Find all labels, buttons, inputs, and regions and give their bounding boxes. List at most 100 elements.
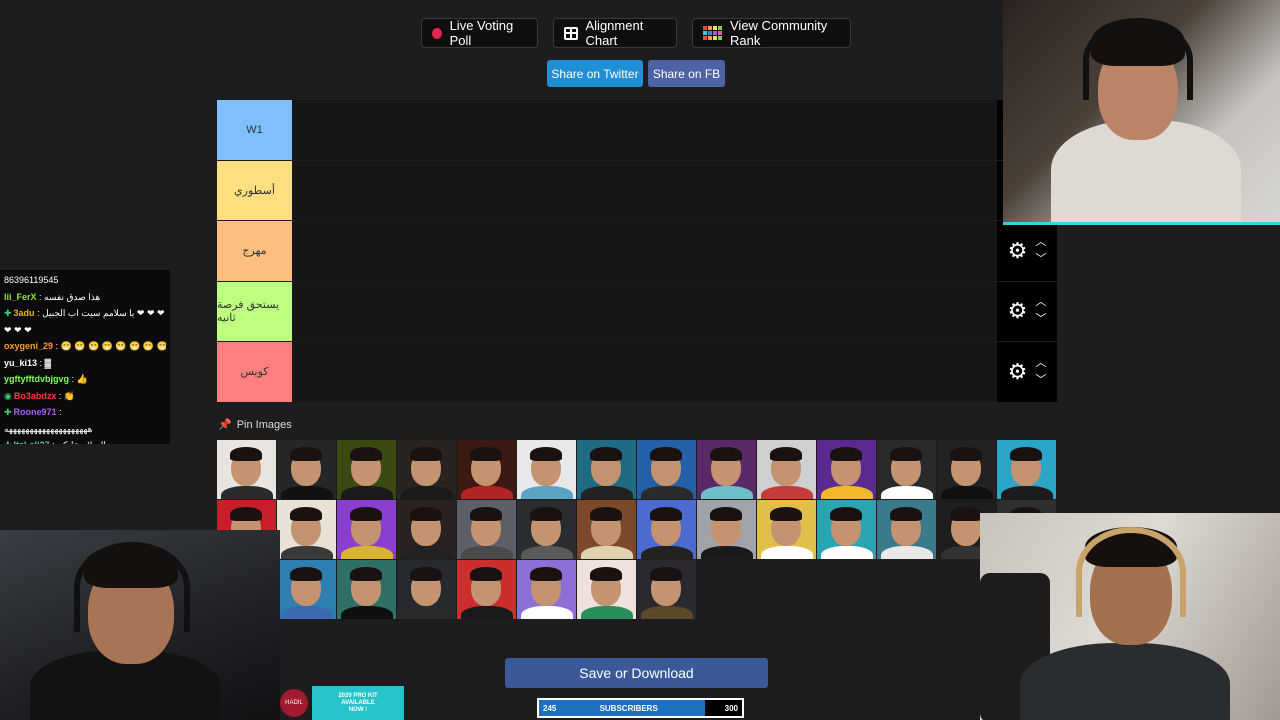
tier-drop-zone[interactable] bbox=[292, 221, 997, 281]
tier-label[interactable]: أسطوري bbox=[217, 160, 292, 220]
subscriber-goal-bar: 245 SUBSCRIBERS 300 bbox=[537, 698, 744, 718]
tier-drop-zone[interactable] bbox=[292, 342, 997, 402]
alignment-chart-label: Alignment Chart bbox=[585, 18, 644, 48]
chat-text: 👏 bbox=[63, 390, 76, 401]
sponsor-logo: HADIL bbox=[280, 689, 308, 717]
tier-item-image[interactable] bbox=[517, 440, 577, 500]
chevron-up-icon[interactable]: ︿ bbox=[1035, 236, 1046, 248]
live-voting-poll-button[interactable]: Live Voting Poll bbox=[421, 18, 538, 48]
chat-text: يا سلامم سيت اب الجبيل ❤ ❤ ❤ bbox=[42, 308, 165, 318]
tier-drop-zone[interactable] bbox=[292, 160, 997, 220]
tier-item-image[interactable] bbox=[817, 500, 877, 560]
tier-item-image[interactable] bbox=[277, 440, 337, 500]
tier-item-image[interactable] bbox=[337, 560, 397, 620]
pin-images-label: Pin Images bbox=[236, 418, 292, 431]
chat-username[interactable]: Roone971 bbox=[14, 407, 57, 417]
chat-text: هذا صدق نفسه bbox=[44, 291, 101, 302]
tier-item-image[interactable] bbox=[637, 500, 697, 560]
chat-badge-icon: ✚ bbox=[4, 308, 12, 318]
gear-icon[interactable]: ⚙ bbox=[1008, 360, 1028, 383]
tier-item-image[interactable] bbox=[637, 560, 697, 620]
tier-item-image[interactable] bbox=[697, 440, 757, 500]
chat-text: ههههههههههههههههههههه bbox=[4, 423, 93, 434]
subscriber-target: 300 bbox=[724, 703, 738, 713]
streamer-body bbox=[1020, 643, 1230, 720]
share-twitter-button[interactable]: Share on Twitter bbox=[547, 60, 643, 87]
tier-item-image[interactable] bbox=[457, 440, 517, 500]
tier-row: W1⚙︿﹀ bbox=[217, 100, 1057, 161]
subscriber-goal-fill: 245 SUBSCRIBERS bbox=[539, 700, 705, 716]
chat-username[interactable]: 3adu bbox=[14, 308, 35, 318]
chat-username[interactable]: ygftyfftdvbjgvg bbox=[4, 374, 69, 384]
save-download-button[interactable]: Save or Download bbox=[505, 658, 768, 688]
chevron-up-icon[interactable]: ︿ bbox=[1035, 357, 1046, 369]
gear-icon[interactable]: ⚙ bbox=[1008, 300, 1028, 322]
tier-item-image[interactable] bbox=[877, 500, 937, 560]
chat-message: ✚ Roone971 : bbox=[4, 407, 62, 417]
view-community-rank-button[interactable]: View Community Rank bbox=[692, 18, 851, 48]
tier-item-image[interactable] bbox=[877, 440, 937, 500]
tier-item-image[interactable] bbox=[337, 440, 397, 500]
tier-item-image[interactable] bbox=[517, 560, 577, 620]
chat-badge-icon: ✚ bbox=[4, 440, 12, 444]
chat-message: ههههههههههههههههههههه bbox=[4, 421, 166, 438]
tier-item-image[interactable] bbox=[397, 440, 457, 500]
chat-text: 👍 bbox=[76, 374, 88, 384]
tier-item-image[interactable] bbox=[577, 560, 637, 620]
sponsor-banner: HADIL 2020 PRO KIT AVAILABLE NOW ! bbox=[280, 686, 404, 720]
chevron-down-icon[interactable]: ﹀ bbox=[1035, 374, 1046, 386]
tier-row: مهرج ⚙ ︿ ﹀ bbox=[217, 221, 1057, 282]
tier-label[interactable]: W1 bbox=[217, 100, 292, 160]
tier-label[interactable]: كويس bbox=[217, 342, 292, 402]
share-fb-button[interactable]: Share on FB bbox=[648, 60, 725, 87]
chevron-up-icon[interactable]: ︿ bbox=[1035, 297, 1046, 308]
live-voting-poll-label: Live Voting Poll bbox=[449, 18, 514, 48]
headphones-icon bbox=[1083, 20, 1193, 100]
tier-item-image[interactable] bbox=[637, 440, 697, 500]
chat-badge-icon: ✚ bbox=[4, 407, 12, 417]
tier-item-image[interactable] bbox=[277, 560, 337, 620]
tier-row: كويس ⚙ ︿ ﹀ bbox=[217, 342, 1057, 403]
tier-label[interactable]: يستحق فرصة ثانيه bbox=[217, 281, 292, 341]
tier-item-image[interactable] bbox=[277, 500, 337, 560]
webcam-bottom-left bbox=[0, 530, 280, 720]
chat-message: yu_ki13 : ▓ bbox=[4, 357, 52, 368]
gear-icon[interactable]: ⚙ bbox=[1008, 239, 1028, 262]
tier-item-image[interactable] bbox=[457, 560, 517, 620]
chat-message: ❤ ❤ ❤ bbox=[4, 322, 166, 339]
tier-item-image[interactable] bbox=[397, 560, 457, 620]
tier-item-image[interactable] bbox=[217, 440, 277, 500]
tier-label[interactable]: مهرج bbox=[217, 221, 292, 281]
tier-controls: ⚙ ︿ ﹀ bbox=[997, 342, 1057, 402]
tier-item-image[interactable] bbox=[697, 500, 757, 560]
chevron-down-icon[interactable]: ﹀ bbox=[1035, 314, 1046, 325]
tier-item-image[interactable] bbox=[517, 500, 577, 560]
tier-drop-zone[interactable] bbox=[292, 100, 997, 160]
chat-username[interactable]: ItsLali37 bbox=[14, 440, 50, 444]
alignment-chart-button[interactable]: Alignment Chart bbox=[553, 18, 677, 48]
tier-item-image[interactable] bbox=[817, 440, 877, 500]
chat-message: 86396119545 bbox=[4, 272, 166, 289]
chat-text: 86396119545 bbox=[4, 275, 59, 285]
tier-item-image[interactable] bbox=[457, 500, 517, 560]
headphones-icon bbox=[1076, 527, 1186, 617]
tier-item-image[interactable] bbox=[997, 440, 1057, 500]
tier-item-image[interactable] bbox=[337, 500, 397, 560]
chat-username[interactable]: lii_FerX bbox=[4, 292, 37, 302]
tier-item-image[interactable] bbox=[577, 500, 637, 560]
chat-text: ❤ ❤ ❤ bbox=[4, 324, 32, 335]
tier-item-image[interactable] bbox=[757, 440, 817, 500]
pushpin-icon: 📌 bbox=[218, 419, 232, 431]
chat-username[interactable]: Bo3abdzx bbox=[14, 391, 57, 401]
tier-item-image[interactable] bbox=[397, 500, 457, 560]
chat-username[interactable]: oxygeni_29 bbox=[4, 341, 53, 351]
tier-item-image[interactable] bbox=[757, 500, 817, 560]
tier-item-image[interactable] bbox=[937, 440, 997, 500]
pin-images-toggle[interactable]: 📌 Pin Images bbox=[218, 418, 292, 432]
tier-item-image[interactable] bbox=[577, 440, 637, 500]
tier-drop-zone[interactable] bbox=[292, 281, 997, 341]
chevron-down-icon[interactable]: ﹀ bbox=[1035, 253, 1046, 265]
chat-username[interactable]: yu_ki13 bbox=[4, 358, 37, 368]
tier-row: أسطوري⚙︿﹀ bbox=[217, 160, 1057, 221]
webcam-top-right bbox=[1003, 0, 1280, 225]
